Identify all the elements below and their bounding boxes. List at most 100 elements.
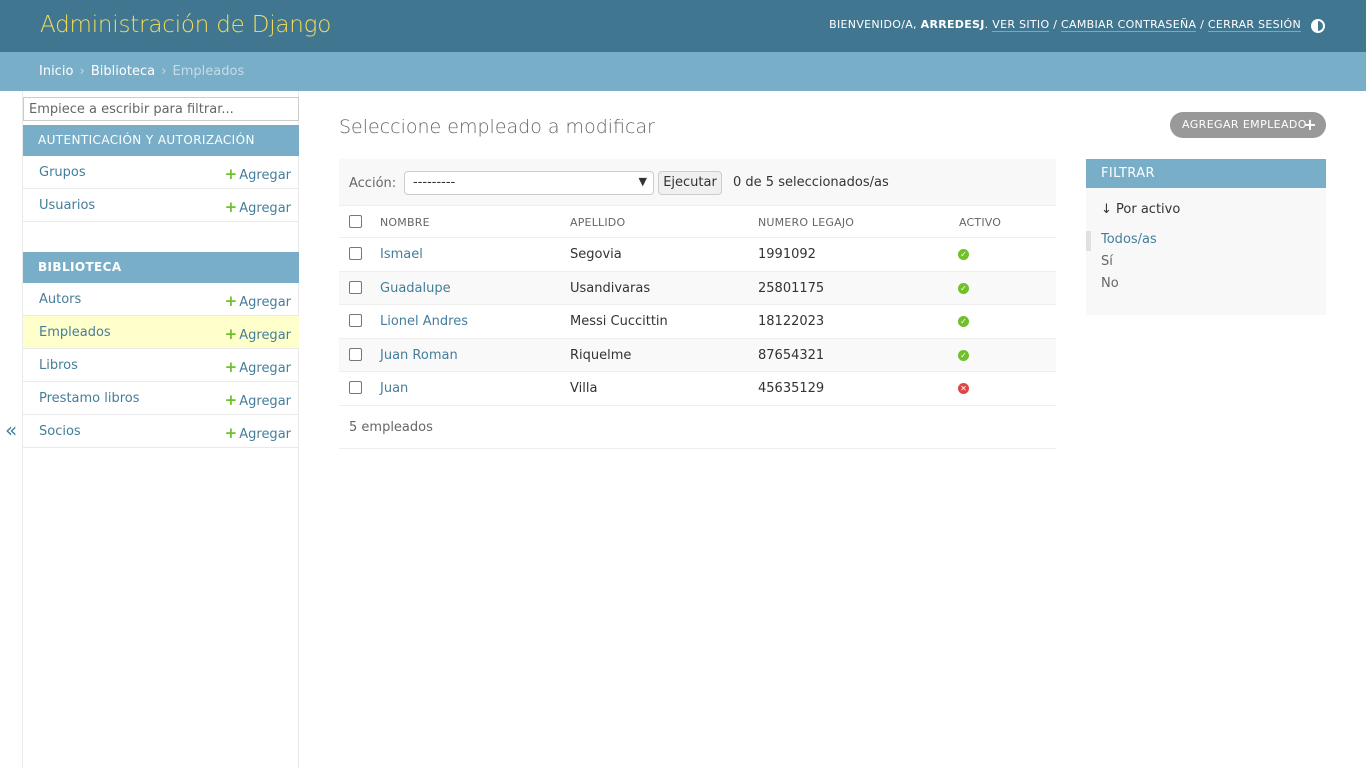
nombre-link[interactable]: Juan [380, 381, 408, 396]
add-link[interactable]: + Agregar [225, 165, 291, 183]
breadcrumb: Inicio › Biblioteca › Empleados [0, 52, 1366, 91]
view-site-link[interactable]: VER SITIO [992, 18, 1050, 32]
filter-option-todos[interactable]: Todos/as [1101, 232, 1157, 247]
filter-option-no[interactable]: No [1101, 276, 1119, 291]
sidebar-item-autors: Autors + Agregar [23, 283, 299, 316]
theme-toggle-icon[interactable] [1311, 19, 1325, 33]
user-tools: BIENVENIDO/A, ARREDESJ. VER SITIO / CAMB… [829, 18, 1301, 32]
filter-option-si[interactable]: Sí [1101, 254, 1113, 269]
collapse-sidebar-icon[interactable]: « [5, 418, 17, 442]
add-link[interactable]: + Agregar [225, 391, 291, 409]
model-link[interactable]: Autors [39, 292, 81, 307]
sidebar-item-usuarios: Usuarios + Agregar [23, 189, 299, 222]
action-label: Acción: [349, 176, 397, 191]
table-row: Ismael Segovia 1991092 ✓ [339, 238, 1056, 272]
change-password-link[interactable]: CAMBIAR CONTRASEÑA [1061, 18, 1197, 32]
sidebar-item-prestamo-libros: Prestamo libros + Agregar [23, 382, 299, 415]
row-checkbox[interactable] [349, 381, 362, 394]
check-icon: ✓ [958, 349, 969, 361]
apellido-cell: Messi Cuccittin [570, 314, 668, 329]
app-caption-biblioteca[interactable]: BIBLIOTECA [23, 252, 299, 283]
nombre-link[interactable]: Guadalupe [380, 281, 451, 296]
table-row: Juan Roman Riquelme 87654321 ✓ [339, 338, 1056, 372]
breadcrumb-current: Empleados [172, 64, 245, 79]
select-all-checkbox[interactable] [349, 215, 362, 228]
actions-bar: Acción: --------- ▼ Ejecutar 0 de 5 sele… [339, 159, 1056, 205]
filter-title: FILTRAR [1086, 159, 1326, 188]
add-link[interactable]: + Agregar [225, 198, 291, 216]
model-link[interactable]: Prestamo libros [39, 391, 140, 406]
username: ARREDESJ [920, 18, 985, 31]
filter-panel: FILTRAR ↓ Por activo Todos/as Sí No [1086, 159, 1326, 315]
filter-by-activo: ↓ Por activo [1101, 202, 1181, 217]
execute-button[interactable]: Ejecutar [658, 171, 722, 195]
check-icon: ✓ [958, 282, 969, 294]
sidebar-item-libros: Libros + Agregar [23, 349, 299, 382]
page-title: Seleccione empleado a modificar [339, 116, 655, 138]
check-icon: ✓ [958, 249, 969, 260]
add-link[interactable]: + Agregar [225, 292, 291, 310]
plus-icon: + [224, 292, 238, 310]
table-row: Lionel Andres Messi Cuccittin 18122023 ✓ [339, 305, 1056, 339]
nav-filter-input[interactable] [23, 97, 299, 121]
table-row: Juan Villa 45635129 ✕ [339, 372, 1056, 406]
sidebar-item-socios: Socios + Agregar [23, 415, 299, 448]
plus-icon: + [224, 325, 238, 343]
add-link[interactable]: + Agregar [225, 424, 291, 442]
legajo-cell: 45635129 [758, 381, 825, 396]
site-header: Administración de Django BIENVENIDO/A, A… [0, 0, 1366, 52]
model-link[interactable]: Usuarios [39, 198, 95, 213]
row-checkbox[interactable] [349, 247, 362, 260]
model-link[interactable]: Socios [39, 424, 81, 439]
result-list-table: NOMBRE APELLIDO NUMERO LEGAJO ACTIVO Ism… [339, 205, 1056, 406]
plus-icon: + [224, 424, 238, 442]
apellido-cell: Segovia [570, 247, 622, 262]
chevron-down-icon: ▼ [638, 175, 647, 188]
row-checkbox[interactable] [349, 280, 362, 294]
breadcrumb-home[interactable]: Inicio [39, 64, 73, 79]
apellido-cell: Riquelme [570, 347, 632, 363]
plus-icon: + [224, 198, 238, 216]
model-link[interactable]: Libros [39, 358, 78, 373]
welcome-text: BIENVENIDO/A, [829, 18, 917, 31]
add-link[interactable]: + Agregar [225, 325, 291, 343]
row-checkbox[interactable] [349, 347, 362, 361]
nombre-link[interactable]: Juan Roman [380, 348, 458, 363]
add-empleado-button[interactable]: AGREGAR EMPLEADO + [1170, 112, 1326, 138]
table-header: NOMBRE APELLIDO NUMERO LEGAJO ACTIVO [339, 205, 1056, 238]
model-link[interactable]: Grupos [39, 165, 86, 180]
nav-sidebar: AUTENTICACIÓN Y AUTORIZACIÓN Grupos +Agr… [22, 91, 299, 768]
column-header-apellido[interactable]: APELLIDO [570, 216, 625, 229]
app-caption-auth[interactable]: AUTENTICACIÓN Y AUTORIZACIÓN [23, 125, 299, 156]
legajo-cell: 25801175 [758, 280, 825, 296]
site-title[interactable]: Administración de Django [40, 12, 331, 38]
plus-icon: + [224, 391, 238, 409]
legajo-cell: 18122023 [758, 314, 825, 329]
column-header-nombre[interactable]: NOMBRE [380, 216, 430, 229]
column-header-activo[interactable]: ACTIVO [959, 216, 1001, 229]
nombre-link[interactable]: Ismael [380, 247, 423, 262]
breadcrumb-app[interactable]: Biblioteca [91, 64, 155, 79]
plus-icon: + [224, 165, 238, 183]
apellido-cell: Villa [570, 381, 598, 396]
table-row: Guadalupe Usandivaras 25801175 ✓ [339, 271, 1056, 305]
legajo-cell: 1991092 [758, 247, 816, 262]
sidebar-item-grupos: Grupos + Agregar [23, 156, 299, 189]
nombre-link[interactable]: Lionel Andres [380, 314, 468, 329]
cross-icon: ✕ [958, 383, 969, 394]
selection-counter: 0 de 5 seleccionados/as [733, 175, 889, 190]
apellido-cell: Usandivaras [570, 280, 651, 296]
row-checkbox[interactable] [349, 314, 362, 327]
selected-indicator [1086, 231, 1091, 251]
plus-icon: + [1303, 115, 1317, 134]
add-link[interactable]: + Agregar [225, 358, 291, 376]
model-link[interactable]: Empleados [39, 325, 111, 340]
sidebar-item-empleados: Empleados + Agregar [23, 316, 299, 349]
column-header-legajo[interactable]: NUMERO LEGAJO [758, 216, 854, 229]
plus-icon: + [224, 358, 238, 376]
check-icon: ✓ [958, 316, 969, 327]
paginator: 5 empleados [339, 405, 1056, 449]
action-select[interactable]: --------- ▼ [404, 171, 654, 195]
legajo-cell: 87654321 [758, 347, 825, 363]
logout-link[interactable]: CERRAR SESIÓN [1207, 18, 1301, 32]
